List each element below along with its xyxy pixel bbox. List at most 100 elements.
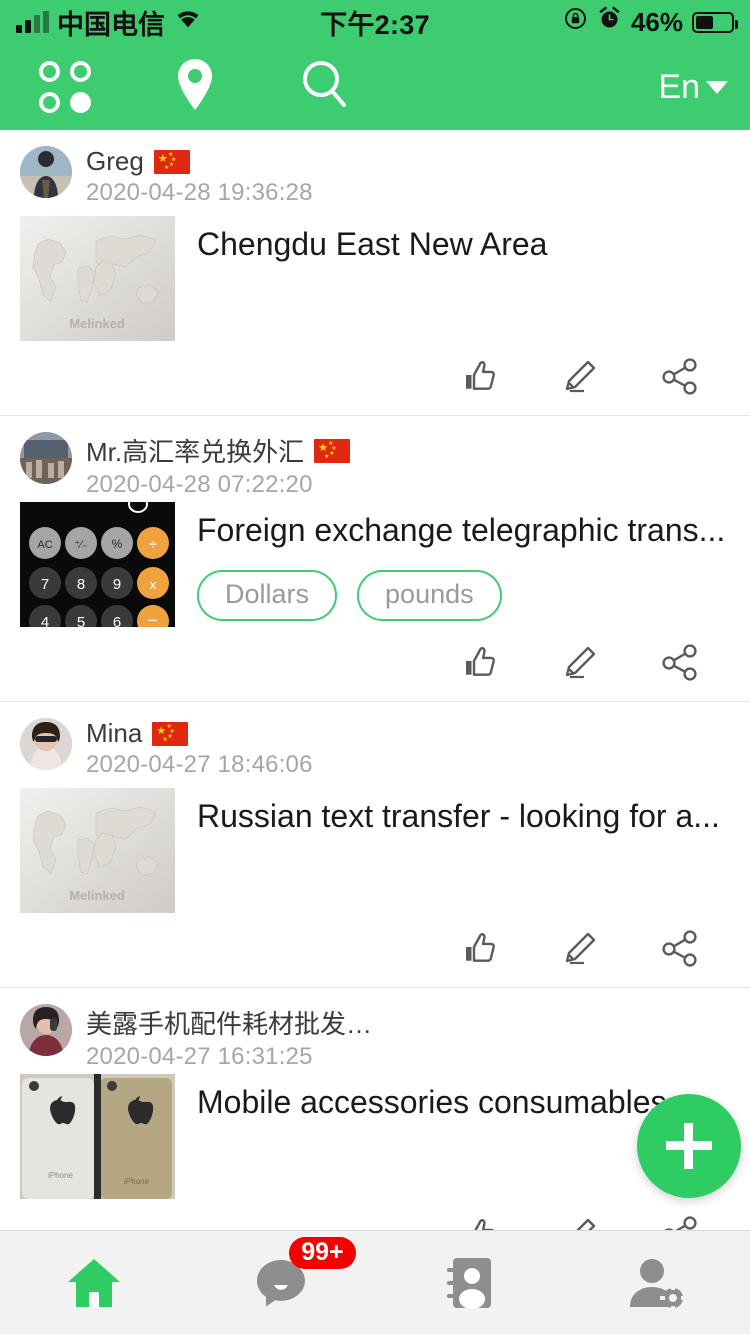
like-button[interactable]	[430, 355, 530, 399]
grid-apps-button[interactable]	[0, 44, 130, 130]
svg-text:−: −	[148, 611, 158, 627]
post-user-info: 美露手机配件耗材批发… 2020-04-27 16:31:25	[86, 1004, 372, 1071]
post-date: 2020-04-27 18:46:06	[86, 751, 313, 778]
post-card[interactable]: Mina ★ ★ ★ ★ ★ 2020-04-27 18:46:06 Melinked …	[0, 702, 750, 988]
svg-text:8: 8	[77, 576, 85, 593]
post-user-info: Greg ★ ★ ★ ★ ★ 2020-04-28 19:36:28	[86, 146, 313, 207]
post-thumbnail[interactable]: AC ⁺∕₋% ÷ 7 8 9 x 4 5 6 −	[20, 502, 175, 627]
post-card[interactable]: 美露手机配件耗材批发… 2020-04-27 16:31:25 iPhone iP…	[0, 988, 750, 1230]
svg-text:÷: ÷	[149, 536, 157, 553]
like-button[interactable]	[430, 641, 530, 685]
avatar[interactable]	[20, 432, 72, 484]
post-content: Foreign exchange telegraphic trans... Do…	[197, 502, 730, 627]
post-thumbnail[interactable]: Melinked	[20, 216, 175, 341]
svg-text:7: 7	[41, 576, 49, 593]
svg-text:Melinked: Melinked	[69, 888, 125, 903]
tab-profile-settings[interactable]	[563, 1231, 750, 1334]
post-user-name-row: Mina ★ ★ ★ ★ ★	[86, 718, 313, 749]
post-date: 2020-04-28 19:36:28	[86, 179, 313, 206]
post-user-row[interactable]: Mina ★ ★ ★ ★ ★ 2020-04-27 18:46:06	[20, 718, 730, 778]
post-tag[interactable]: Dollars	[197, 570, 338, 621]
edit-button[interactable]	[530, 641, 630, 685]
like-button[interactable]	[430, 1213, 530, 1230]
post-title[interactable]: Russian text transfer - looking for a...	[197, 796, 730, 836]
post-user-info: Mr.高汇率兑换外汇 ★ ★ ★ ★ ★ 2020-04-28 07:22:20	[86, 432, 351, 499]
edit-icon	[565, 360, 596, 393]
svg-text:4: 4	[41, 614, 49, 627]
location-button[interactable]	[130, 44, 260, 130]
language-selector[interactable]: En	[658, 68, 750, 107]
search-button[interactable]	[260, 44, 390, 130]
location-pin-icon	[170, 56, 220, 119]
share-button[interactable]	[630, 641, 730, 685]
svg-text:iPhone: iPhone	[124, 1177, 149, 1186]
post-actions	[20, 913, 730, 987]
share-button[interactable]	[630, 927, 730, 971]
post-title[interactable]: Chengdu East New Area	[197, 224, 730, 264]
edit-icon	[565, 932, 596, 965]
share-icon	[662, 930, 697, 967]
post-card[interactable]: Mr.高汇率兑换外汇 ★ ★ ★ ★ ★ 2020-04-28 07:22:20 AC ⁺…	[0, 416, 750, 702]
user-settings-icon	[630, 1258, 687, 1311]
contacts-book-icon	[446, 1257, 491, 1309]
post-tags: Dollars pounds	[197, 570, 730, 621]
edit-button[interactable]	[530, 927, 630, 971]
svg-text:Melinked: Melinked	[69, 316, 125, 331]
post-user-name-row: Greg ★ ★ ★ ★ ★	[86, 146, 313, 177]
post-body: Melinked Chengdu East New Area	[20, 216, 730, 341]
post-user-name: Mr.高汇率兑换外汇	[86, 437, 305, 467]
svg-text:iPhone: iPhone	[48, 1171, 73, 1180]
post-user-row[interactable]: Mr.高汇率兑换外汇 ★ ★ ★ ★ ★ 2020-04-28 07:22:20	[20, 432, 730, 498]
country-flag-cn-icon: ★ ★ ★ ★ ★	[152, 721, 189, 746]
post-content: Chengdu East New Area	[197, 216, 730, 341]
app-header: En	[0, 44, 750, 130]
plus-icon	[666, 1123, 712, 1169]
avatar[interactable]	[20, 718, 72, 770]
post-tag[interactable]: pounds	[357, 570, 502, 621]
post-title[interactable]: Foreign exchange telegraphic trans...	[197, 510, 730, 550]
country-flag-cn-icon: ★ ★ ★ ★ ★	[314, 438, 351, 463]
post-actions	[20, 1199, 730, 1230]
post-body: Melinked Russian text transfer - looking…	[20, 788, 730, 913]
like-icon	[474, 1219, 495, 1230]
like-icon	[466, 361, 495, 390]
post-card[interactable]: Greg ★ ★ ★ ★ ★ 2020-04-28 19:36:28 Melinked …	[0, 130, 750, 416]
bottom-tab-bar: 99+	[0, 1230, 750, 1334]
battery-icon	[692, 11, 738, 33]
svg-text:x: x	[150, 577, 157, 592]
tab-contacts[interactable]	[375, 1231, 563, 1334]
post-feed[interactable]: Greg ★ ★ ★ ★ ★ 2020-04-28 19:36:28 Melinked …	[0, 130, 750, 1230]
messages-badge: 99+	[289, 1236, 356, 1269]
post-user-row[interactable]: 美露手机配件耗材批发… 2020-04-27 16:31:25	[20, 1004, 730, 1070]
like-button[interactable]	[430, 927, 530, 971]
avatar[interactable]	[20, 146, 72, 198]
edit-button[interactable]	[530, 1213, 630, 1230]
create-post-fab[interactable]	[637, 1094, 741, 1198]
share-button[interactable]	[630, 355, 730, 399]
post-date: 2020-04-28 07:22:20	[86, 471, 313, 498]
share-icon	[664, 1216, 697, 1230]
post-user-name-row: Mr.高汇率兑换外汇 ★ ★ ★ ★ ★	[86, 432, 351, 469]
like-icon	[466, 647, 495, 676]
tab-home[interactable]	[0, 1231, 188, 1334]
edit-icon	[565, 646, 596, 679]
edit-button[interactable]	[530, 355, 630, 399]
post-user-name: Greg	[86, 146, 144, 176]
country-flag-cn-icon: ★ ★ ★ ★ ★	[153, 149, 190, 174]
post-body: AC ⁺∕₋% ÷ 7 8 9 x 4 5 6 − Foreign exchange telegra…	[20, 502, 730, 627]
avatar[interactable]	[20, 1004, 72, 1056]
grid-apps-icon	[39, 61, 91, 113]
like-icon	[466, 933, 495, 962]
post-user-row[interactable]: Greg ★ ★ ★ ★ ★ 2020-04-28 19:36:28	[20, 146, 730, 206]
search-icon	[299, 58, 351, 117]
post-user-info: Mina ★ ★ ★ ★ ★ 2020-04-27 18:46:06	[86, 718, 313, 779]
tab-messages[interactable]: 99+	[188, 1231, 376, 1334]
app-root: 中国电信 下午2:37 46% En Greg ★ ★ ★ ★ ★ 2020-0…	[0, 0, 750, 1334]
share-button[interactable]	[630, 1213, 730, 1230]
post-thumbnail[interactable]: Melinked	[20, 788, 175, 913]
post-user-name: Mina	[86, 718, 143, 748]
post-thumbnail[interactable]: iPhone iPhone	[20, 1074, 175, 1199]
svg-text:5: 5	[77, 614, 85, 627]
share-icon	[662, 358, 697, 395]
status-bar-time: 下午2:37	[320, 9, 430, 40]
